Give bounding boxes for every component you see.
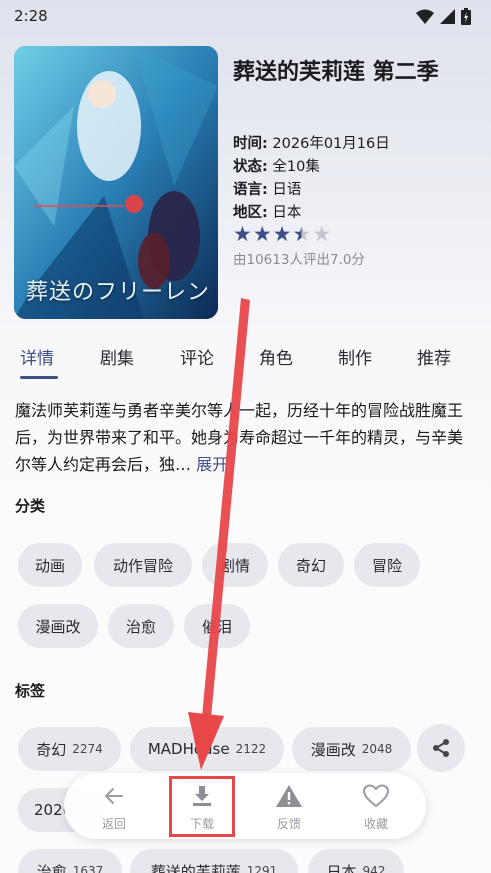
info-status-label: 状态:	[233, 159, 268, 175]
tag-chip[interactable]: 漫画改 2048	[292, 727, 411, 771]
category-chip[interactable]: 治愈	[108, 604, 174, 648]
annotation-highlight-box	[169, 776, 235, 837]
tag-chip[interactable]: 奇幻 2274	[18, 727, 121, 771]
info-language-value: 日语	[272, 182, 302, 198]
tag-chip[interactable]: 日本 942	[308, 849, 404, 873]
star-icon: ★	[272, 222, 292, 246]
bottom-action-bar: 返回 下载 反馈 收藏	[64, 773, 426, 839]
star-half-icon: ★	[292, 222, 312, 246]
expand-link[interactable]: 展开	[196, 455, 228, 474]
star-empty-icon: ★	[312, 222, 332, 246]
status-icons	[416, 8, 471, 25]
category-chip[interactable]: 剧情	[202, 543, 268, 587]
arrow-left-icon	[105, 788, 123, 804]
poster-title: 葬送のフリーレン	[26, 280, 211, 305]
tag-label: 漫画改	[310, 740, 356, 759]
tab-episodes[interactable]: 剧集	[100, 344, 134, 369]
category-chip[interactable]: 动画	[18, 543, 82, 587]
info-date-label: 时间:	[233, 136, 268, 152]
anime-title: 葬送的芙莉莲 第二季	[233, 60, 439, 85]
favorite-label: 收藏	[363, 817, 388, 831]
warning-icon	[276, 785, 302, 807]
tag-count: 2048	[361, 742, 393, 756]
info-date-value: 2026年01月16日	[272, 136, 390, 152]
back-label: 返回	[101, 817, 126, 831]
detail-tabs: 详情 剧集 评论 角色 制作 推荐	[0, 340, 491, 382]
category-chip[interactable]: 催泪	[184, 604, 250, 648]
tag-label: 奇幻	[36, 740, 67, 759]
description-text: 魔法师芙莉莲与勇者辛美尔等人一起，历经十年的冒险战胜魔王后，为世界带来了和平。她…	[15, 401, 464, 474]
category-chip[interactable]: 动作冒险	[94, 543, 192, 587]
categories-title: 分类	[15, 497, 46, 515]
rating-text: 由10613人评出7.0分	[233, 252, 365, 268]
tab-recommendations[interactable]: 推荐	[417, 344, 451, 369]
info-language-label: 语言:	[233, 182, 268, 198]
status-time: 2:28	[14, 7, 48, 25]
star-icon: ★	[252, 222, 272, 246]
tag-count: 1291	[246, 864, 278, 873]
tag-label: 治愈	[36, 862, 67, 873]
share-button[interactable]	[417, 724, 465, 772]
share-icon	[433, 739, 449, 757]
tag-label: MADHouse	[147, 740, 230, 758]
info-language: 语言: 日语	[233, 178, 301, 199]
category-chip[interactable]: 漫画改	[18, 604, 98, 648]
info-region: 地区: 日本	[233, 201, 301, 222]
info-status: 状态: 全10集	[233, 155, 320, 176]
tag-chip[interactable]: 葬送的芙莉莲 1291	[130, 849, 298, 873]
tab-comments[interactable]: 评论	[180, 344, 214, 369]
info-region-value: 日本	[272, 205, 302, 221]
tab-production[interactable]: 制作	[338, 344, 372, 369]
tag-count: 2274	[72, 742, 103, 756]
tag-count: 942	[362, 864, 386, 873]
category-chip[interactable]: 冒险	[354, 543, 420, 587]
star-icon: ★	[233, 222, 252, 246]
feedback-label: 反馈	[276, 817, 301, 831]
heart-icon	[363, 784, 389, 808]
tag-count: 1637	[72, 864, 104, 873]
tab-details[interactable]: 详情	[20, 344, 54, 369]
tag-chip[interactable]: 治愈 1637	[18, 849, 122, 873]
description: 魔法师芙莉莲与勇者辛美尔等人一起，历经十年的冒险战胜魔王后，为世界带来了和平。她…	[15, 397, 471, 478]
tags-title: 标签	[15, 682, 46, 700]
tag-chip[interactable]: MADHouse 2122	[130, 727, 284, 771]
info-region-label: 地区:	[233, 205, 268, 221]
tag-label: 葬送的芙莉莲	[150, 862, 241, 873]
tab-indicator	[20, 376, 58, 379]
back-button[interactable]: 返回	[84, 773, 144, 839]
signal-icon	[440, 9, 455, 24]
info-date: 时间: 2026年01月16日	[233, 132, 390, 153]
battery-icon	[461, 8, 471, 25]
info-status-value: 全10集	[272, 159, 320, 175]
anime-poster[interactable]: 葬送のフリーレン	[14, 46, 218, 319]
tag-label: 日本	[326, 862, 357, 873]
favorite-button[interactable]: 收藏	[346, 773, 406, 839]
tab-characters[interactable]: 角色	[259, 344, 293, 369]
category-chip[interactable]: 奇幻	[278, 543, 344, 587]
tag-count: 2122	[235, 742, 267, 756]
feedback-button[interactable]: 反馈	[259, 773, 319, 839]
wifi-icon	[416, 9, 434, 24]
status-bar: 2:28	[0, 0, 491, 34]
rating-stars: ★ ★ ★ ★ ★	[233, 224, 331, 245]
